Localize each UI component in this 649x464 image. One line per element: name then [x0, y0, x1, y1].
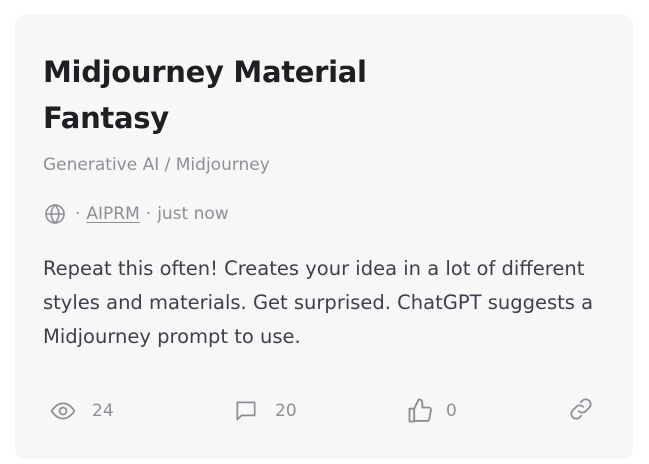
- link-icon: [568, 396, 594, 426]
- globe-icon: [43, 202, 67, 226]
- card-meta: · AIPRM · just now: [43, 201, 229, 227]
- author-link[interactable]: AIPRM: [86, 204, 139, 224]
- card-description: Repeat this often! Creates your idea in …: [43, 257, 594, 348]
- thumbs-up-icon: [406, 397, 434, 425]
- likes-stat[interactable]: 0: [406, 397, 457, 425]
- comment-icon: [233, 398, 259, 424]
- comments-count: 20: [275, 401, 297, 421]
- card-title: Midjourney Material Fantasy: [43, 55, 367, 135]
- views-count: 24: [92, 401, 114, 421]
- comments-stat[interactable]: 20: [233, 397, 297, 425]
- card-category: Generative AI / Midjourney: [43, 155, 270, 175]
- likes-count: 0: [446, 401, 457, 421]
- meta-separator: ·: [75, 204, 81, 224]
- eye-icon: [50, 398, 76, 424]
- views-stat[interactable]: 24: [50, 397, 114, 425]
- timestamp: just now: [157, 204, 229, 224]
- prompt-card[interactable]: Midjourney Material Fantasy Generative A…: [15, 15, 633, 459]
- meta-separator: ·: [145, 204, 152, 224]
- copy-link-button[interactable]: [567, 397, 595, 425]
